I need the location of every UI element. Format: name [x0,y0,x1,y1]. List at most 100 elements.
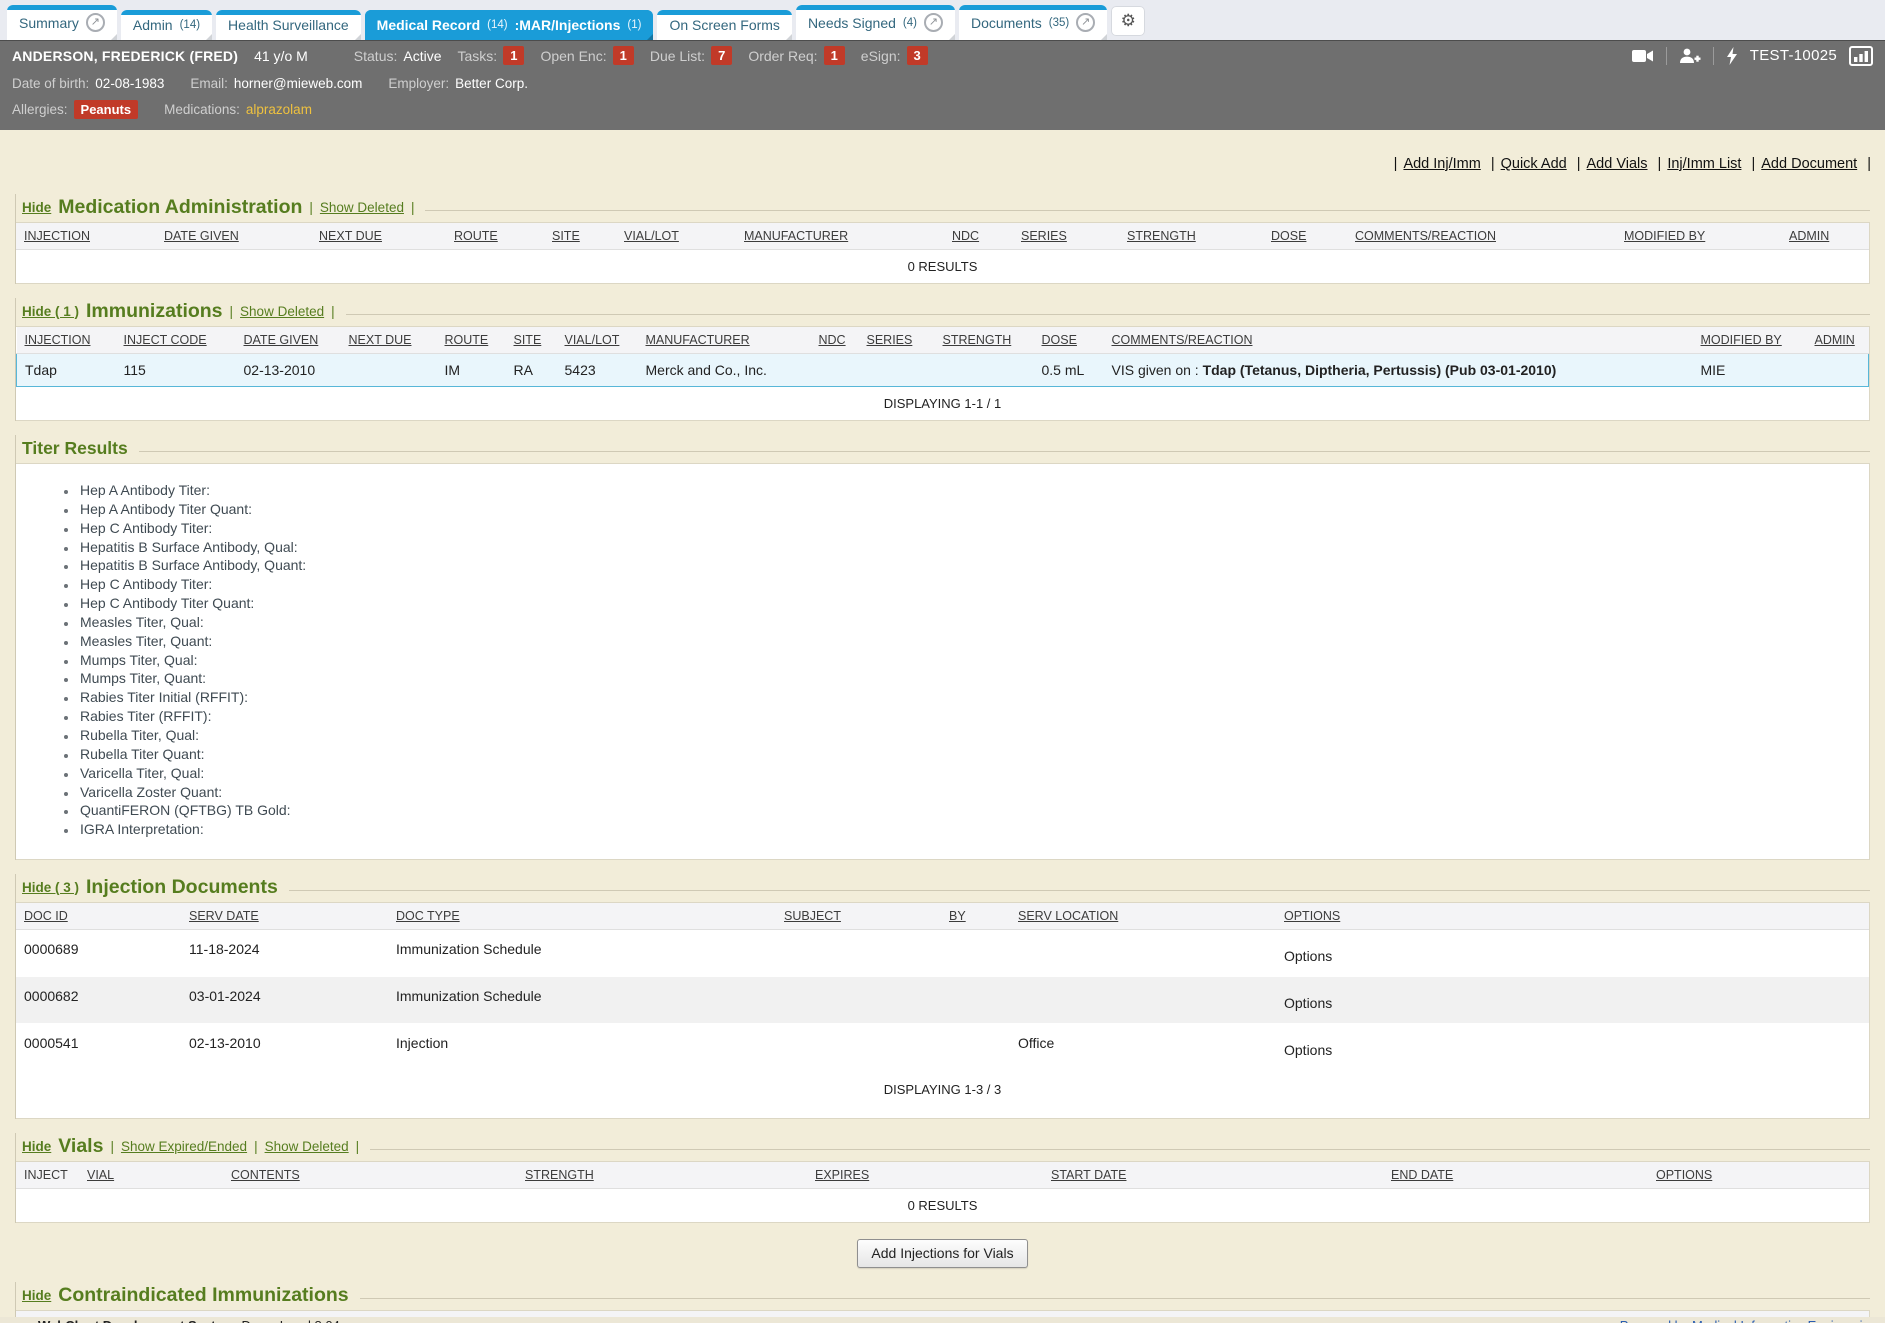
add-injections-for-vials-button[interactable]: Add Injections for Vials [857,1239,1027,1268]
chart-stats-icon[interactable] [1849,46,1873,66]
popout-icon[interactable]: ↗ [1076,13,1095,32]
show-expired-ended-link[interactable]: Show Expired/Ended [121,1139,247,1154]
add-vials-link[interactable]: Add Vials [1587,156,1648,172]
column-header-serv-date[interactable]: SERV DATE [181,903,388,930]
column-header-inject[interactable]: INJECT [16,1162,79,1189]
hide-immunizations-link[interactable]: Hide ( 1 ) [22,304,79,319]
popout-icon[interactable]: ↗ [924,13,943,32]
allergy-badge[interactable]: Peanuts [74,100,139,119]
status-label: Status: [354,48,398,64]
separator [411,200,415,215]
system-id: TEST-10025 [1750,47,1837,64]
document-row[interactable]: 0000541 02-13-2010 Injection Office Opti… [16,1024,1869,1071]
tab-label: Medical Record [377,18,480,32]
immunization-row-tdap[interactable]: Tdap 115 02-13-2010 IM RA 5423 Merck and… [17,354,1869,387]
column-header-series[interactable]: SERIES [1013,223,1119,250]
open-enc-count-badge[interactable]: 1 [613,46,634,65]
tasks-count-badge[interactable]: 1 [503,46,524,65]
column-header-next-due[interactable]: NEXT DUE [341,327,437,354]
footer-version: Demo Level 8.04 [242,1318,340,1323]
add-user-icon[interactable] [1679,48,1701,64]
hide-med-admin-link[interactable]: Hide [22,200,51,215]
column-header-strength[interactable]: STRENGTH [1119,223,1263,250]
show-deleted-link[interactable]: Show Deleted [265,1139,349,1154]
add-document-link[interactable]: Add Document [1761,156,1857,172]
options-link[interactable]: Options [1284,995,1332,1011]
popout-icon[interactable]: ↗ [86,13,105,32]
column-header-manufacturer[interactable]: MANUFACTURER [638,327,811,354]
show-deleted-link[interactable]: Show Deleted [240,304,324,319]
due-list-count-badge[interactable]: 7 [711,46,732,65]
column-header-site[interactable]: SITE [544,223,616,250]
show-deleted-link[interactable]: Show Deleted [320,200,404,215]
options-link[interactable]: Options [1284,948,1332,964]
column-header-comments-reaction[interactable]: COMMENTS/REACTION [1104,327,1693,354]
tab-needs-signed[interactable]: Needs Signed (4) ↗ [796,5,955,40]
footer-powered-by-link[interactable]: Powered by Medical Informatics Engineeri… [1620,1318,1877,1323]
column-header-route[interactable]: ROUTE [437,327,506,354]
inj-imm-list-link[interactable]: Inj/Imm List [1667,156,1741,172]
column-header-doc-id[interactable]: DOC ID [16,903,181,930]
column-header-expires[interactable]: EXPIRES [807,1162,1043,1189]
tab-summary[interactable]: Summary ↗ [7,5,117,40]
column-header-date-given[interactable]: DATE GIVEN [156,223,311,250]
column-header-dose[interactable]: DOSE [1034,327,1104,354]
column-header-ndc[interactable]: NDC [944,223,1013,250]
tab-medical-record-mar-injections[interactable]: Medical Record (14):MAR/Injections (1) [365,10,654,40]
column-header-site[interactable]: SITE [506,327,557,354]
injection-documents-header-row: DOC IDSERV DATEDOC TYPESUBJECTBYSERV LOC… [16,903,1869,930]
column-header-by[interactable]: BY [941,903,1010,930]
column-header-subject[interactable]: SUBJECT [776,903,941,930]
column-header-vial[interactable]: VIAL [79,1162,223,1189]
quick-actions-bolt-icon[interactable] [1726,47,1738,65]
medications-value[interactable]: alprazolam [246,102,312,117]
column-header-route[interactable]: ROUTE [446,223,544,250]
popout-arrow: ↗ [929,17,938,28]
tab-health-surveillance[interactable]: Health Surveillance [216,10,361,40]
employer-label: Employer: [388,76,449,91]
column-header-admin[interactable]: ADMIN [1807,327,1869,354]
column-header-serv-location[interactable]: SERV LOCATION [1010,903,1276,930]
hide-contraindicated-link[interactable]: Hide [22,1288,51,1303]
column-header-start-date[interactable]: START DATE [1043,1162,1383,1189]
order-req-count-badge[interactable]: 1 [824,46,845,65]
column-header-next-due[interactable]: NEXT DUE [311,223,446,250]
column-header-doc-type[interactable]: DOC TYPE [388,903,776,930]
section-title: Contraindicated Immunizations [58,1284,348,1306]
column-header-dose[interactable]: DOSE [1263,223,1347,250]
options-link[interactable]: Options [1284,1042,1332,1058]
column-header-modified-by[interactable]: MODIFIED BY [1616,223,1781,250]
video-call-icon[interactable] [1632,49,1654,63]
column-header-ndc[interactable]: NDC [811,327,859,354]
column-header-contents[interactable]: CONTENTS [223,1162,517,1189]
column-header-injection[interactable]: INJECTION [16,223,156,250]
column-header-end-date[interactable]: END DATE [1383,1162,1648,1189]
add-inj-imm-link[interactable]: Add Inj/Imm [1403,156,1480,172]
document-row[interactable]: 0000682 03-01-2024 Immunization Schedule… [16,977,1869,1024]
document-row[interactable]: 0000689 11-18-2024 Immunization Schedule… [16,930,1869,977]
tab-admin[interactable]: Admin (14) [121,10,212,40]
cell-injection: Tdap [17,354,116,387]
column-header-injection[interactable]: INJECTION [17,327,116,354]
column-header-admin[interactable]: ADMIN [1781,223,1869,250]
settings-gear-button[interactable]: ⚙ [1111,6,1145,36]
esign-count-badge[interactable]: 3 [907,46,928,65]
column-header-date-given[interactable]: DATE GIVEN [236,327,341,354]
column-header-manufacturer[interactable]: MANUFACTURER [736,223,944,250]
hide-injection-documents-link[interactable]: Hide ( 3 ) [22,880,79,895]
tab-documents[interactable]: Documents (35) ↗ [959,5,1107,40]
column-header-strength[interactable]: STRENGTH [935,327,1034,354]
tab-on-screen-forms[interactable]: On Screen Forms [657,10,791,40]
column-header-comments-reaction[interactable]: COMMENTS/REACTION [1347,223,1616,250]
column-header-inject-code[interactable]: INJECT CODE [116,327,236,354]
column-header-options[interactable]: OPTIONS [1648,1162,1869,1189]
column-header-modified-by[interactable]: MODIFIED BY [1693,327,1807,354]
column-header-series[interactable]: SERIES [859,327,935,354]
column-header-strength[interactable]: STRENGTH [517,1162,807,1189]
column-header-vial-lot[interactable]: VIAL/LOT [616,223,736,250]
column-header-options[interactable]: OPTIONS [1276,903,1869,930]
column-header-vial-lot[interactable]: VIAL/LOT [557,327,638,354]
cell-subject [776,977,941,1024]
quick-add-link[interactable]: Quick Add [1501,156,1567,172]
hide-vials-link[interactable]: Hide [22,1139,51,1154]
